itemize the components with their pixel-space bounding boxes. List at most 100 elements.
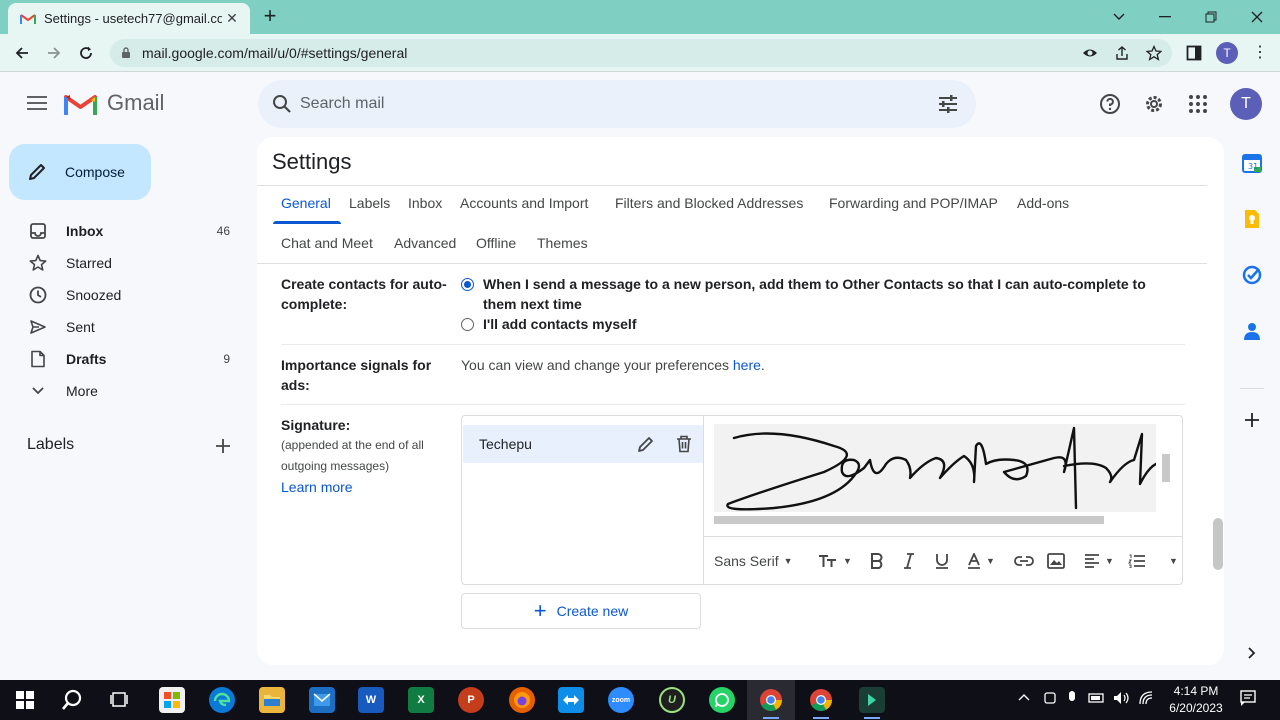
search-input[interactable] — [300, 90, 900, 118]
new-tab-button[interactable]: + — [258, 5, 282, 29]
wifi-icon[interactable] — [1138, 690, 1154, 709]
chrome-icon[interactable] — [758, 687, 784, 713]
tab-themes[interactable]: Themes — [537, 233, 588, 253]
edit-pencil-icon[interactable] — [627, 425, 665, 463]
chrome-profile-icon[interactable] — [808, 687, 834, 713]
contacts-option-manual[interactable]: I'll add contacts myself — [461, 314, 637, 334]
keep-icon[interactable] — [1240, 207, 1264, 231]
excel-icon[interactable]: X — [408, 687, 434, 713]
delete-trash-icon[interactable] — [665, 425, 703, 463]
lock-icon[interactable] — [120, 46, 132, 60]
tasks-icon[interactable] — [1240, 263, 1264, 287]
browser-profile-avatar[interactable]: T — [1216, 42, 1238, 64]
powerpoint-icon[interactable]: P — [458, 687, 484, 713]
font-family-select[interactable]: Sans Serif ▼ — [714, 549, 793, 573]
search-icon[interactable] — [270, 92, 294, 116]
numbered-list-button[interactable] — [1128, 549, 1146, 573]
radio-button-checked[interactable] — [461, 278, 474, 291]
tab-chat-and-meet[interactable]: Chat and Meet — [281, 233, 373, 253]
file-explorer-icon[interactable] — [259, 687, 285, 713]
notifications-icon[interactable] — [1239, 689, 1257, 710]
vertical-scrollbar[interactable] — [1162, 454, 1170, 482]
bold-button[interactable] — [870, 549, 884, 573]
tab-advanced[interactable]: Advanced — [394, 233, 456, 253]
radio-button[interactable] — [461, 318, 474, 331]
font-size-select[interactable]: ▼ — [818, 549, 852, 573]
create-label-plus-icon[interactable] — [213, 436, 233, 456]
italic-button[interactable] — [903, 549, 915, 573]
zoom-icon[interactable]: zoom — [608, 687, 634, 713]
text-color-button[interactable]: ▼ — [967, 549, 995, 573]
tab-inbox[interactable]: Inbox — [408, 193, 442, 213]
nav-item-inbox[interactable]: Inbox 46 — [0, 215, 250, 247]
browser-menu-icon[interactable]: ⋮ — [1252, 43, 1268, 63]
page-scrollbar[interactable] — [1213, 518, 1223, 570]
align-button[interactable]: ▼ — [1084, 549, 1114, 573]
search-options-icon[interactable] — [936, 92, 960, 116]
forward-button[interactable] — [42, 41, 66, 65]
back-button[interactable] — [10, 41, 34, 65]
nav-item-snoozed[interactable]: Snoozed — [0, 279, 250, 311]
learn-more-link[interactable]: Learn more — [281, 477, 353, 497]
minimize-button[interactable] — [1142, 0, 1188, 34]
mail-app-icon[interactable] — [309, 687, 335, 713]
firefox-icon[interactable] — [509, 687, 535, 713]
preferences-link[interactable]: here — [733, 357, 761, 373]
windows-start-icon[interactable] — [12, 687, 38, 713]
get-addons-plus-icon[interactable] — [1240, 408, 1264, 432]
tab-labels[interactable]: Labels — [349, 193, 390, 213]
battery-icon[interactable] — [1088, 690, 1106, 709]
signature-list-item[interactable]: Techepu — [463, 425, 703, 463]
bookmark-star-icon[interactable] — [1146, 45, 1162, 61]
calendar-icon[interactable]: 31 — [1240, 151, 1264, 175]
reload-button[interactable] — [74, 41, 98, 65]
tab-filters[interactable]: Filters and Blocked Addresses — [615, 193, 803, 213]
help-icon[interactable] — [1098, 92, 1122, 116]
taskbar-clock[interactable]: 4:14 PM 6/20/2023 — [1160, 683, 1232, 717]
teamviewer-icon[interactable] — [558, 687, 584, 713]
horizontal-scrollbar[interactable] — [714, 516, 1104, 524]
tab-forwarding[interactable]: Forwarding and POP/IMAP — [829, 193, 998, 213]
create-new-signature-button[interactable]: + Create new — [461, 593, 701, 629]
gmail-logo[interactable]: Gmail — [64, 90, 164, 116]
edge-browser-icon[interactable] — [209, 687, 235, 713]
underline-button[interactable] — [935, 549, 949, 573]
nav-item-starred[interactable]: Starred — [0, 247, 250, 279]
contacts-icon[interactable] — [1240, 319, 1264, 343]
more-formatting-dropdown[interactable]: ▼ — [1164, 549, 1178, 573]
task-view-icon[interactable] — [107, 687, 133, 713]
address-bar[interactable]: mail.google.com/mail/u/0/#settings/gener… — [110, 39, 1172, 67]
browser-tab[interactable]: Settings - usetech77@gmail.com ✕ — [8, 3, 250, 34]
tracking-eye-icon[interactable] — [1082, 45, 1098, 61]
camtasia-icon[interactable] — [859, 687, 885, 713]
insert-link-button[interactable] — [1014, 549, 1034, 573]
compose-button[interactable]: Compose — [9, 144, 151, 200]
utorrent-icon[interactable]: U — [659, 687, 685, 713]
google-apps-icon[interactable] — [1186, 92, 1210, 116]
close-tab-icon[interactable]: ✕ — [222, 10, 242, 27]
account-avatar[interactable]: T — [1230, 88, 1262, 120]
tab-accounts-and-import[interactable]: Accounts and Import — [460, 193, 588, 213]
restore-button[interactable] — [1188, 0, 1234, 34]
tray-chevron-up-icon[interactable] — [1018, 690, 1030, 704]
main-menu-icon[interactable] — [24, 90, 50, 116]
tab-search-chevron-icon[interactable] — [1096, 0, 1142, 34]
volume-icon[interactable] — [1113, 690, 1131, 709]
side-panel-icon[interactable] — [1186, 45, 1202, 61]
whatsapp-icon[interactable] — [709, 687, 735, 713]
signature-image[interactable] — [714, 424, 1156, 512]
share-icon[interactable] — [1114, 45, 1130, 61]
microphone-icon[interactable] — [1067, 690, 1077, 709]
settings-gear-icon[interactable] — [1142, 92, 1166, 116]
search-icon[interactable] — [59, 687, 85, 713]
tab-offline[interactable]: Offline — [476, 233, 516, 253]
nav-item-sent[interactable]: Sent — [0, 311, 250, 343]
nav-item-more[interactable]: More — [0, 375, 250, 407]
meet-now-icon[interactable] — [1043, 690, 1057, 709]
show-side-panel-chevron-icon[interactable] — [1240, 641, 1264, 665]
tab-general[interactable]: General — [281, 193, 331, 213]
insert-image-button[interactable] — [1047, 549, 1065, 573]
close-window-button[interactable] — [1234, 0, 1280, 34]
tab-add-ons[interactable]: Add-ons — [1017, 193, 1069, 213]
microsoft-store-icon[interactable] — [159, 687, 185, 713]
